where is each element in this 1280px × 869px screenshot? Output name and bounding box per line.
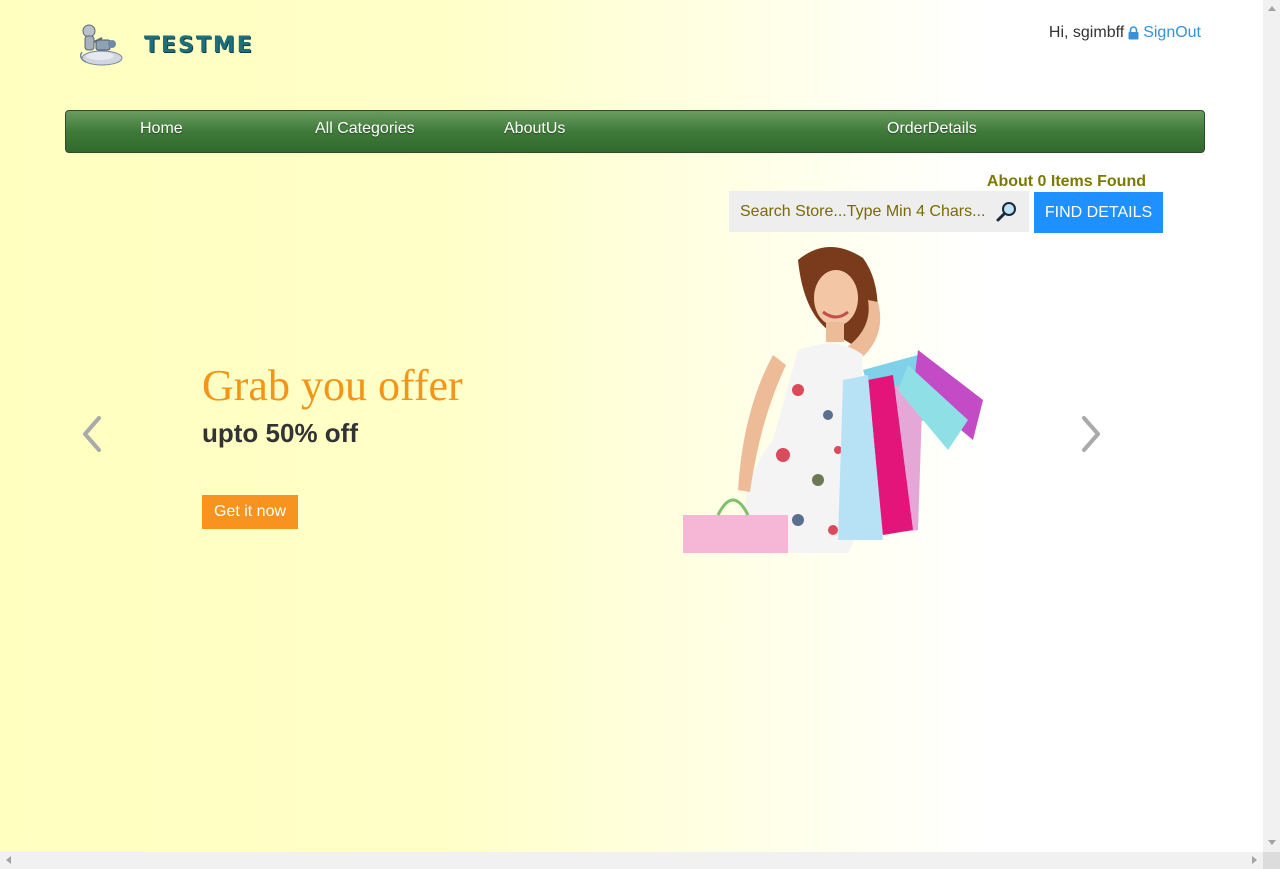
hero-shopping-image (683, 246, 983, 553)
signout-link[interactable]: SignOut (1143, 24, 1201, 42)
search-box (729, 191, 1029, 232)
scroll-up-icon[interactable] (1268, 6, 1276, 11)
get-it-now-button[interactable]: Get it now (202, 495, 298, 529)
scroll-left-icon[interactable] (6, 856, 11, 864)
carousel-headline: Grab you offer (202, 361, 463, 410)
horizontal-scrollbar[interactable] (0, 852, 1263, 869)
carousel-subheadline: upto 50% off (202, 418, 358, 448)
user-area: Hi, sgimbff SignOut (1049, 24, 1201, 42)
main-navbar: Home All Categories AboutUs OrderDetails (65, 110, 1205, 153)
vertical-scrollbar[interactable] (1263, 0, 1280, 852)
nav-item-all-categories[interactable]: All Categories (315, 120, 415, 138)
chevron-right-icon[interactable] (1075, 414, 1105, 454)
greeting-text: Hi, sgimbff (1048, 24, 1125, 41)
chevron-left-icon[interactable] (78, 414, 108, 454)
lock-icon (1128, 26, 1139, 40)
page-background: TESTME Hi, sgimbff SignOut Home All Cate… (0, 0, 1263, 852)
find-details-button[interactable]: FIND DETAILS (1034, 192, 1163, 233)
scroll-down-icon[interactable] (1268, 840, 1276, 845)
search-icon[interactable] (995, 200, 1019, 224)
search-result-count: About 0 Items Found (986, 173, 1146, 190)
scroll-right-icon[interactable] (1252, 856, 1257, 864)
nav-item-aboutus[interactable]: AboutUs (504, 120, 565, 138)
nav-item-home[interactable]: Home (140, 120, 183, 138)
brand-name: TESTME (144, 32, 254, 58)
site-logo[interactable]: TESTME (76, 22, 254, 68)
nav-item-orderdetails[interactable]: OrderDetails (887, 120, 977, 138)
search-input[interactable] (729, 191, 989, 232)
scrollbar-corner (1263, 852, 1280, 869)
logo-mascot-icon (79, 24, 123, 66)
